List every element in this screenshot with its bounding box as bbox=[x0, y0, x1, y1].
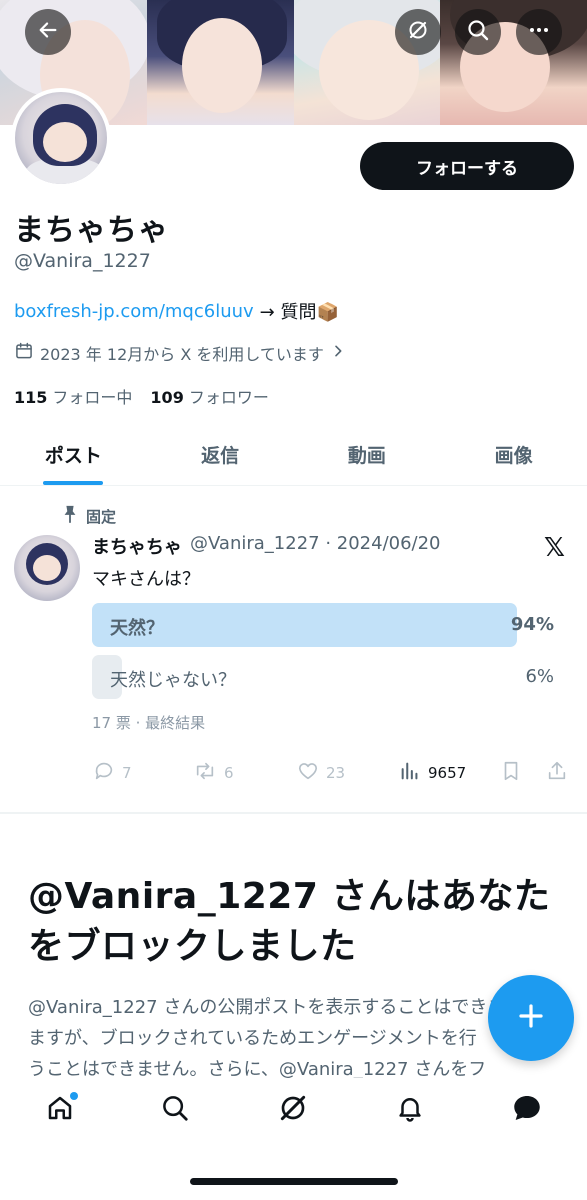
nav-notifications[interactable] bbox=[390, 1090, 430, 1130]
bookmark-button[interactable] bbox=[500, 760, 522, 786]
reply-button[interactable]: 7 bbox=[92, 760, 132, 786]
post-author-name[interactable]: まちゃちゃ bbox=[92, 533, 182, 559]
like-count: 23 bbox=[326, 764, 346, 782]
pinned-label: 固定 bbox=[86, 507, 117, 526]
reply-count: 7 bbox=[122, 764, 132, 782]
more-button[interactable] bbox=[516, 9, 562, 55]
repost-count: 6 bbox=[224, 764, 234, 782]
post-text: マキさんは？ bbox=[92, 569, 200, 590]
followers-label: フォロワー bbox=[188, 388, 269, 407]
follow-button[interactable]: フォローする bbox=[360, 142, 574, 190]
poll-option-label: 天然じゃない？ bbox=[110, 670, 236, 691]
grok-icon bbox=[277, 1092, 309, 1128]
bookmark-icon bbox=[500, 760, 522, 786]
joined-text: 2023 年 12月から X を利用しています bbox=[40, 345, 324, 364]
search-icon bbox=[160, 1093, 190, 1127]
nav-search[interactable] bbox=[155, 1090, 195, 1130]
search-button[interactable] bbox=[455, 9, 501, 55]
profile-avatar[interactable] bbox=[11, 88, 111, 188]
pinned-indicator: 固定 bbox=[62, 505, 116, 527]
post-actions: 7 6 23 9657 bbox=[92, 760, 572, 788]
plus-icon bbox=[516, 1001, 546, 1035]
back-button[interactable] bbox=[25, 9, 71, 55]
tab-posts[interactable]: ポスト bbox=[0, 424, 147, 485]
poll-option: 天然じゃない？ 6% bbox=[92, 655, 554, 699]
profile-tabs: ポスト 返信 動画 画像 bbox=[0, 424, 587, 486]
following-stat[interactable]: 115 フォロー中 bbox=[14, 384, 132, 408]
following-count: 115 bbox=[14, 388, 48, 407]
post-author-meta: @Vanira_1227 · 2024/06/20 bbox=[190, 533, 441, 554]
reply-icon bbox=[92, 760, 116, 786]
calendar-icon bbox=[14, 341, 34, 365]
home-indicator bbox=[190, 1178, 398, 1185]
poll-option-percent: 94% bbox=[510, 614, 554, 635]
followers-count: 109 bbox=[150, 388, 184, 407]
share-icon bbox=[546, 760, 568, 786]
blocked-title: @Vanira_1227 さんはあなたをブロックしました bbox=[28, 876, 551, 967]
tab-videos[interactable]: 動画 bbox=[294, 424, 441, 485]
poll-option-label: 天然？ bbox=[110, 618, 164, 639]
views-count: 9657 bbox=[428, 764, 467, 782]
profile-handle: @Vanira_1227 bbox=[14, 250, 151, 272]
profile-stats: 115 フォロー中 109 フォロワー bbox=[14, 384, 269, 408]
followers-stat[interactable]: 109 フォロワー bbox=[150, 384, 268, 408]
chevron-right-icon bbox=[330, 343, 346, 363]
repost-icon bbox=[192, 760, 218, 786]
grok-button[interactable] bbox=[395, 9, 441, 55]
section-divider bbox=[0, 812, 587, 814]
arrow-left-icon bbox=[37, 19, 59, 45]
x-logo-icon: 𝕏 bbox=[544, 533, 565, 563]
heart-icon bbox=[296, 760, 320, 786]
more-icon bbox=[527, 18, 551, 46]
grok-icon bbox=[406, 18, 430, 46]
views-icon bbox=[398, 760, 422, 786]
messages-icon bbox=[510, 1091, 544, 1129]
notification-dot bbox=[70, 1092, 78, 1100]
profile-bio: boxfresh-jp.com/mqc6luuv → 質問📦 bbox=[14, 298, 339, 324]
nav-home[interactable] bbox=[40, 1090, 80, 1130]
pin-icon bbox=[62, 505, 78, 527]
poll-option: 天然？ 94% bbox=[92, 603, 554, 647]
bell-icon bbox=[395, 1093, 425, 1127]
tab-replies[interactable]: 返信 bbox=[147, 424, 294, 485]
bio-link[interactable]: boxfresh-jp.com/mqc6luuv bbox=[14, 301, 254, 322]
joined-date[interactable]: 2023 年 12月から X を利用しています bbox=[14, 341, 346, 365]
post-author-avatar[interactable] bbox=[14, 535, 80, 601]
profile-name: まちゃちゃ bbox=[14, 213, 169, 248]
views-button[interactable]: 9657 bbox=[398, 760, 466, 786]
bottom-nav bbox=[0, 1078, 587, 1200]
share-button[interactable] bbox=[546, 760, 568, 786]
poll-option-percent: 6% bbox=[525, 666, 554, 687]
nav-messages[interactable] bbox=[507, 1090, 547, 1130]
post-header: まちゃちゃ @Vanira_1227 · 2024/06/20 bbox=[92, 533, 441, 559]
poll-meta: 17 票 · 最終結果 bbox=[92, 714, 206, 732]
tab-images[interactable]: 画像 bbox=[440, 424, 587, 485]
search-icon bbox=[466, 18, 490, 46]
following-label: フォロー中 bbox=[52, 388, 133, 407]
banner-panel bbox=[146, 0, 294, 125]
nav-grok[interactable] bbox=[273, 1090, 313, 1130]
bio-text: → 質問📦 bbox=[259, 302, 339, 323]
like-button[interactable]: 23 bbox=[296, 760, 345, 786]
compose-button[interactable] bbox=[488, 975, 574, 1061]
repost-button[interactable]: 6 bbox=[192, 760, 234, 786]
